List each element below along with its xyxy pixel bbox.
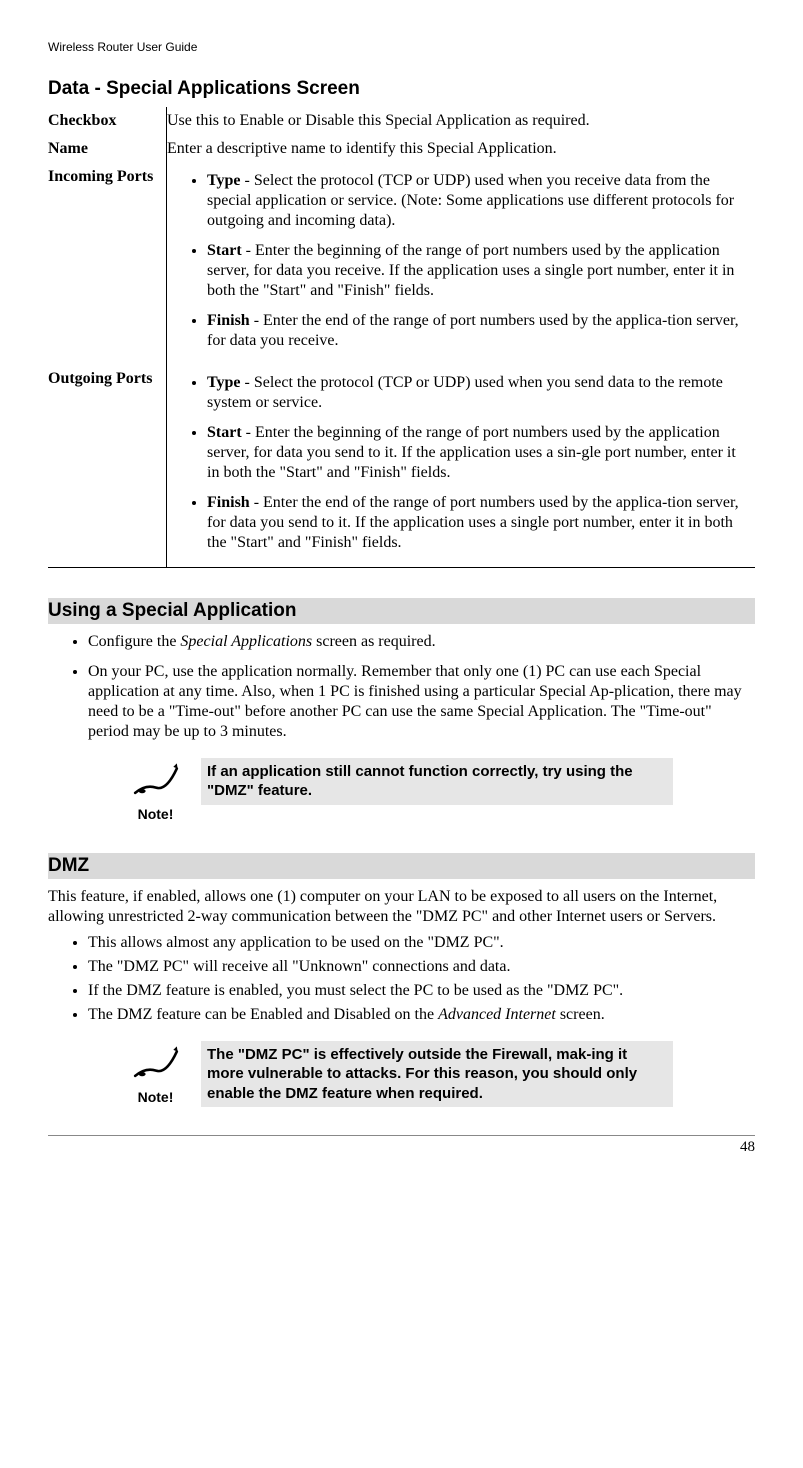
list-item: If the DMZ feature is enabled, you must …: [88, 981, 755, 1001]
section-title: Data - Special Applications Screen: [48, 77, 755, 101]
data-table: Checkbox Use this to Enable or Disable t…: [48, 107, 755, 568]
list-item: Finish - Enter the end of the range of p…: [207, 311, 747, 351]
note-box: Note! If an application still cannot fun…: [128, 758, 755, 824]
list-item: Type - Select the protocol (TCP or UDP) …: [207, 373, 747, 413]
list-item: This allows almost any application to be…: [88, 933, 755, 953]
note-box: Note! The "DMZ PC" is effectively outsid…: [128, 1041, 755, 1108]
row-desc: Type - Select the protocol (TCP or UDP) …: [167, 163, 756, 365]
list-item: The DMZ feature can be Enabled and Disab…: [88, 1005, 755, 1025]
row-label: Outgoing Ports: [48, 365, 167, 568]
row-desc: Type - Select the protocol (TCP or UDP) …: [167, 365, 756, 568]
table-row: Name Enter a descriptive name to identif…: [48, 135, 755, 163]
note-text: If an application still cannot function …: [201, 758, 673, 805]
row-desc: Enter a descriptive name to identify thi…: [167, 135, 756, 163]
dmz-list: This allows almost any application to be…: [48, 933, 755, 1025]
using-list: Configure the Special Applications scree…: [48, 632, 755, 742]
row-label: Incoming Ports: [48, 163, 167, 365]
list-item: Configure the Special Applications scree…: [88, 632, 755, 652]
using-heading: Using a Special Application: [48, 598, 755, 624]
row-desc: Use this to Enable or Disable this Speci…: [167, 107, 756, 135]
row-label: Checkbox: [48, 107, 167, 135]
note-caption: Note!: [128, 1089, 183, 1107]
list-item: The "DMZ PC" will receive all "Unknown" …: [88, 957, 755, 977]
dmz-intro: This feature, if enabled, allows one (1)…: [48, 887, 755, 927]
table-row: Incoming Ports Type - Select the protoco…: [48, 163, 755, 365]
note-text: The "DMZ PC" is effectively outside the …: [201, 1041, 673, 1108]
list-item: Start - Enter the beginning of the range…: [207, 423, 747, 483]
running-header: Wireless Router User Guide: [48, 40, 755, 55]
table-row: Outgoing Ports Type - Select the protoco…: [48, 365, 755, 568]
list-item: Finish - Enter the end of the range of p…: [207, 493, 747, 553]
row-label: Name: [48, 135, 167, 163]
list-item: Type - Select the protocol (TCP or UDP) …: [207, 171, 747, 231]
note-icon: Note!: [128, 758, 183, 824]
page-number: 48: [48, 1135, 755, 1157]
dmz-heading: DMZ: [48, 853, 755, 879]
table-row: Checkbox Use this to Enable or Disable t…: [48, 107, 755, 135]
note-icon: Note!: [128, 1041, 183, 1107]
note-caption: Note!: [128, 806, 183, 824]
list-item: On your PC, use the application normally…: [88, 662, 755, 742]
list-item: Start - Enter the beginning of the range…: [207, 241, 747, 301]
